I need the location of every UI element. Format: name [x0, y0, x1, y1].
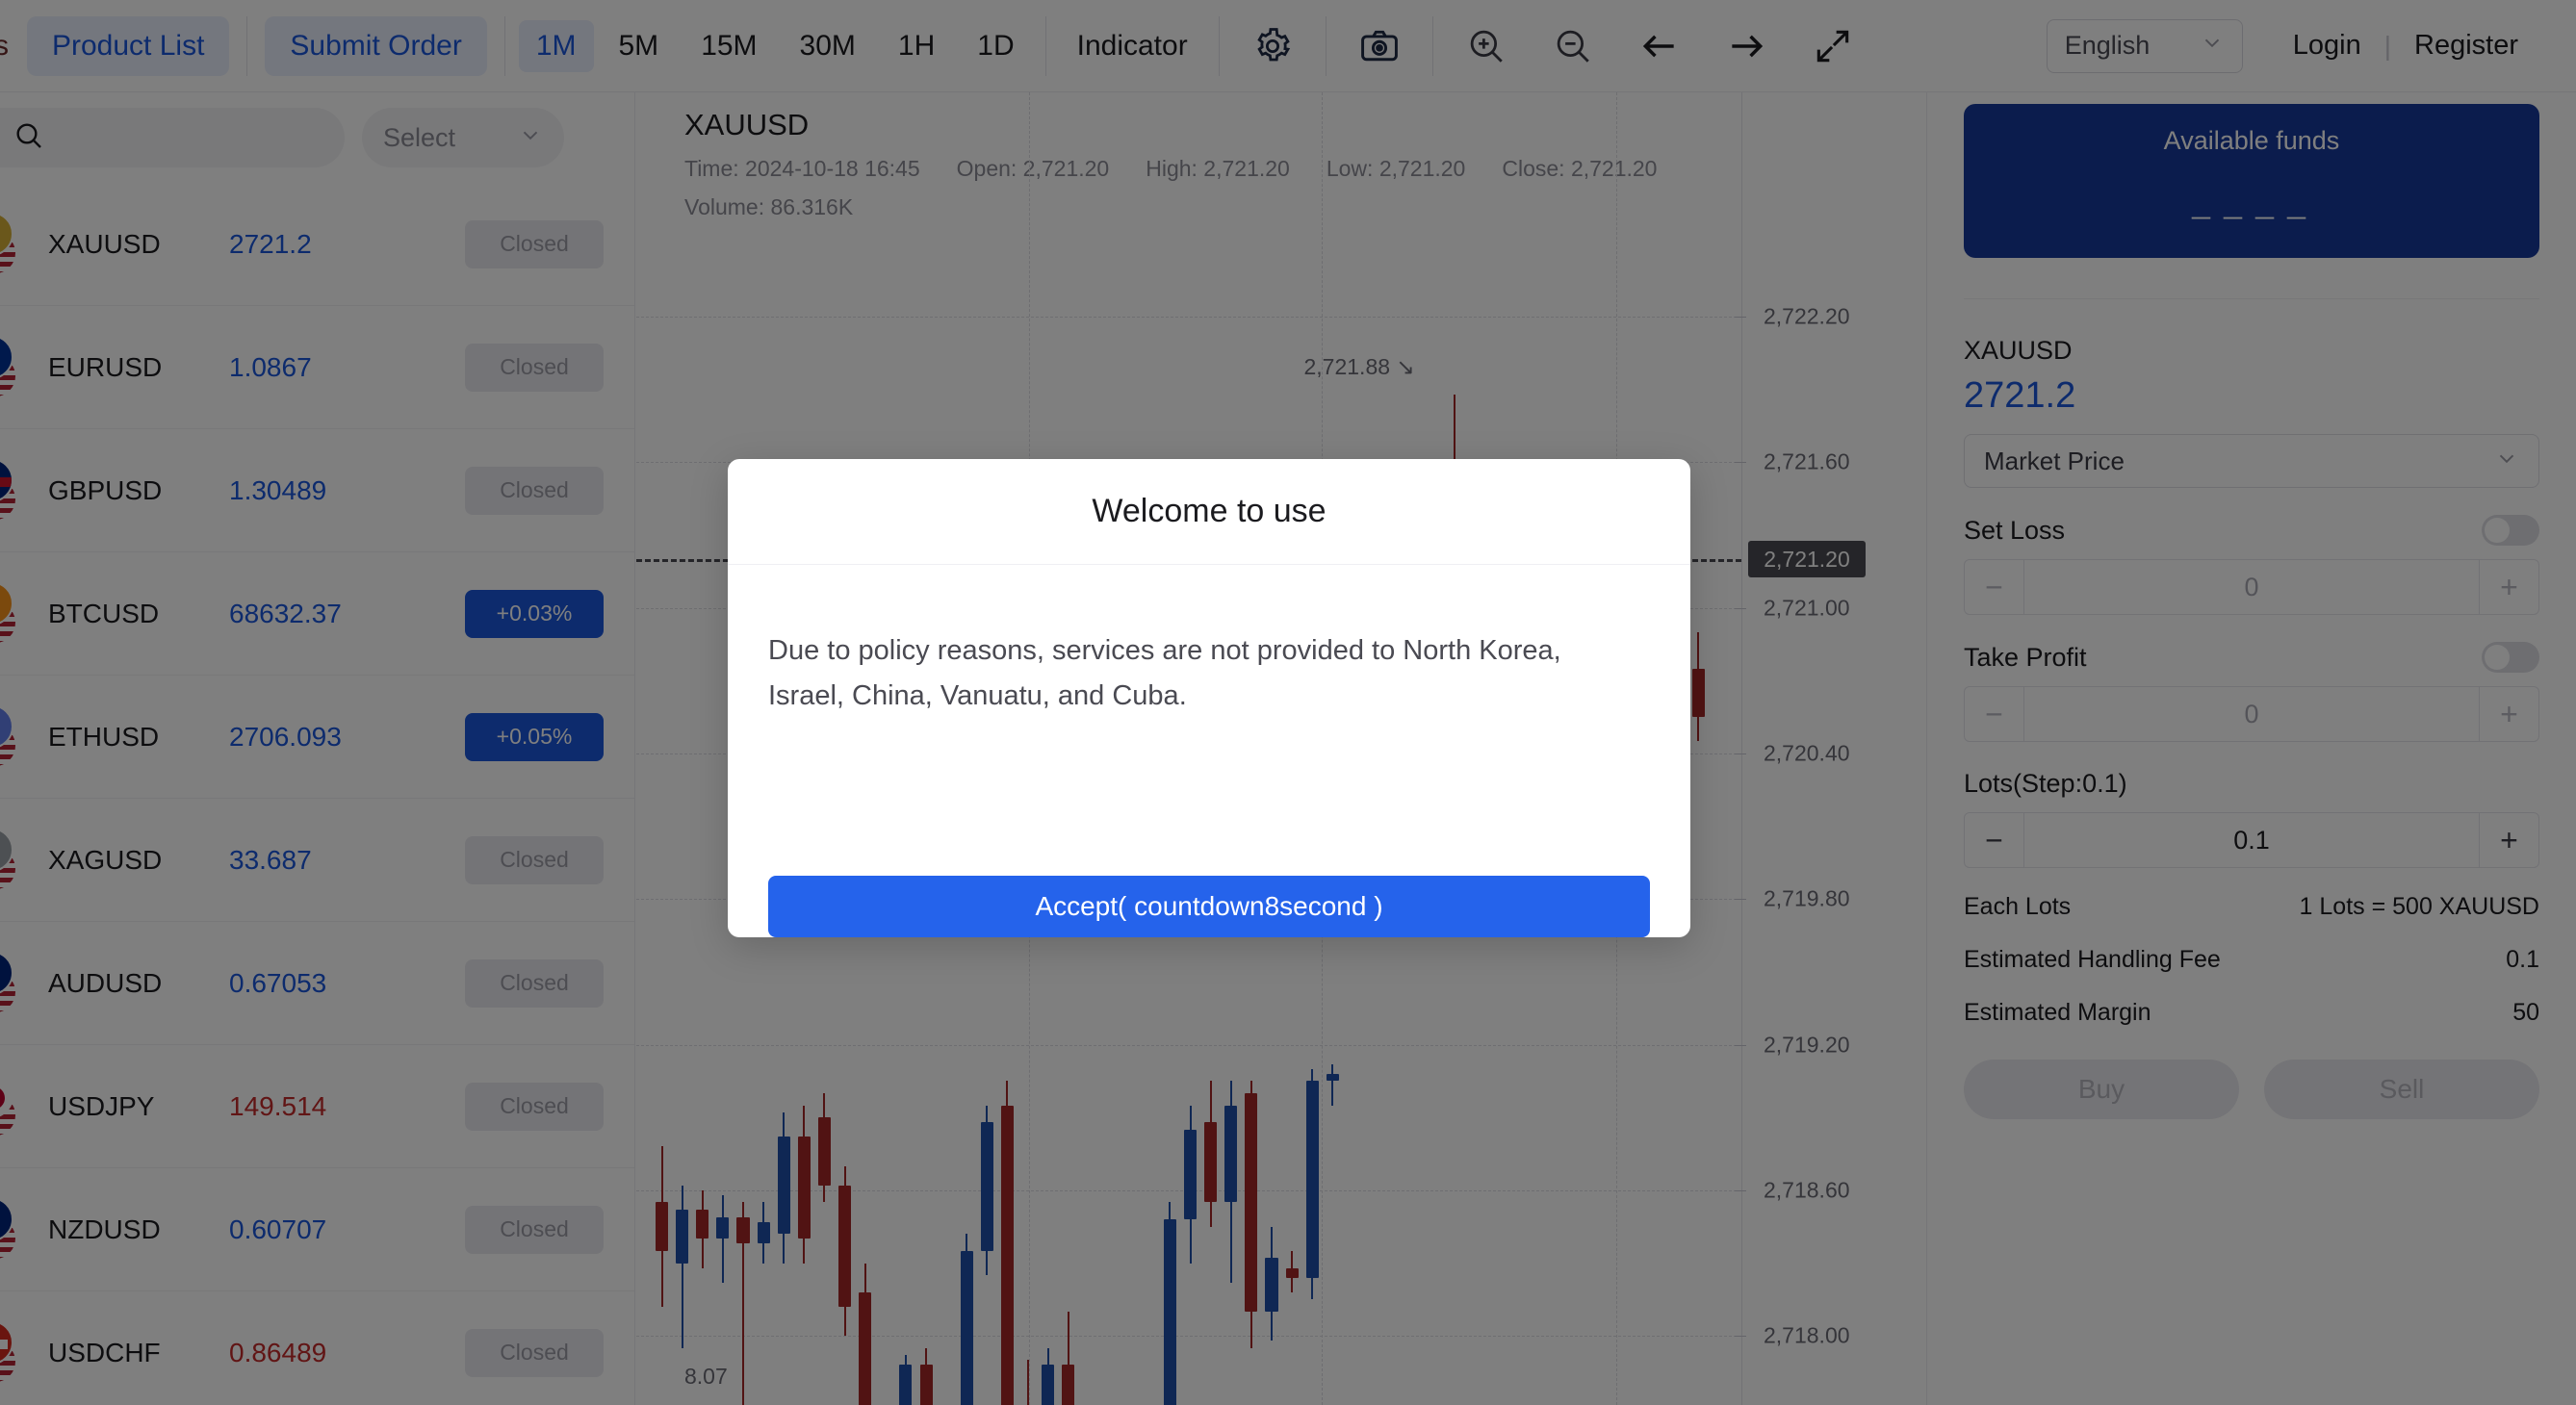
modal-message: Due to policy reasons, services are not … [768, 628, 1596, 719]
modal-title: Welcome to use [728, 459, 1690, 565]
welcome-modal: Welcome to use Due to policy reasons, se… [728, 459, 1690, 937]
accept-button[interactable]: Accept( countdown8second ) [768, 876, 1650, 937]
modal-body: Due to policy reasons, services are not … [728, 565, 1690, 826]
